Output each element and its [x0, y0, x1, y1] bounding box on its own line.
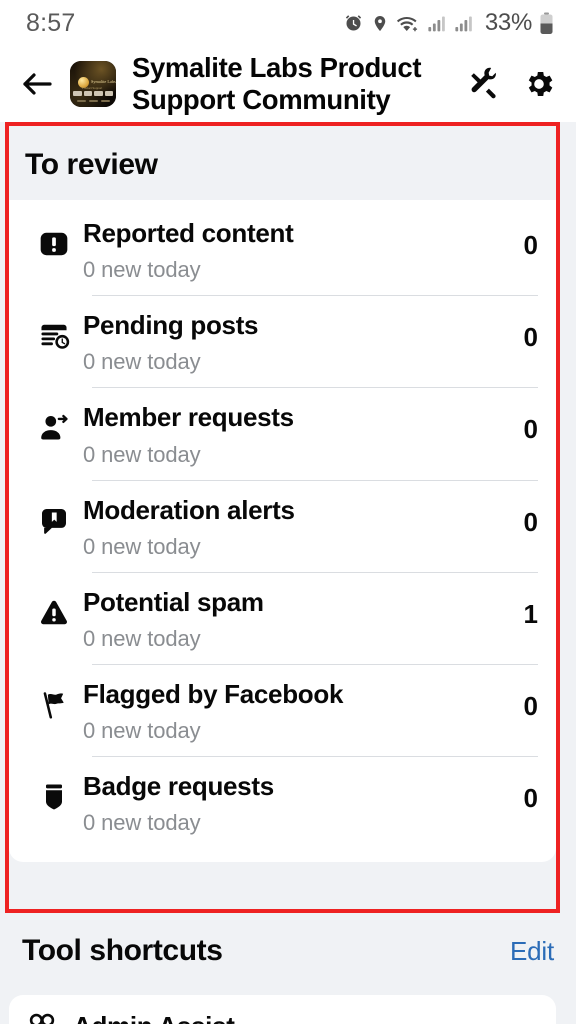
- list-item-subtitle: 0 new today: [83, 349, 201, 375]
- back-arrow-icon: [23, 73, 52, 95]
- to-review-card: Reported content 0 new today 0 Pending p…: [9, 200, 556, 863]
- list-item-count: 0: [523, 414, 538, 445]
- status-time: 8:57: [26, 8, 76, 37]
- to-review-title: To review: [25, 148, 158, 181]
- app-header: Symalite Labs Product Support Symalite L…: [0, 46, 576, 122]
- list-item-title: Member requests: [83, 402, 294, 433]
- list-item-subtitle: 0 new today: [83, 533, 201, 559]
- list-item[interactable]: Pending posts 0 new today 0: [9, 296, 556, 387]
- list-item-subtitle: 0 new today: [83, 625, 201, 651]
- list-item-title: Moderation alerts: [83, 494, 295, 525]
- list-item-subtitle: 0 new today: [83, 441, 201, 467]
- list-item[interactable]: Moderation alerts 0 new today 0: [9, 481, 556, 572]
- avatar-brand-text: Symalite Labs: [91, 79, 116, 84]
- status-icons: 33%: [343, 9, 554, 37]
- avatar[interactable]: Symalite Labs Product Support: [70, 61, 116, 107]
- gear-icon[interactable]: [522, 67, 556, 101]
- alarm-icon: [343, 13, 364, 34]
- list-item-count: 0: [523, 230, 538, 260]
- list-item-body: Reported content 0 new today: [83, 218, 520, 295]
- battery-icon: [539, 12, 554, 35]
- list-item-count: 1: [523, 598, 538, 629]
- pending-posts-icon: [25, 310, 83, 352]
- list-item-body: Moderation alerts 0 new today: [83, 495, 520, 572]
- avatar-tagline-text: Product Support: [82, 86, 103, 90]
- flag-icon: [25, 679, 83, 721]
- status-bar: 8:57 33%: [0, 0, 576, 46]
- comment-flag-icon: [25, 495, 83, 537]
- back-button[interactable]: [14, 61, 60, 107]
- wifi-icon: [396, 13, 421, 34]
- list-item[interactable]: Badge requests 0 new today 0: [9, 757, 556, 848]
- list-item-title: Badge requests: [83, 771, 274, 802]
- edit-button[interactable]: Edit: [510, 936, 554, 967]
- person-add-icon: [25, 402, 83, 444]
- battery-percent-label: 33%: [484, 9, 532, 36]
- list-item-title: Reported content: [83, 218, 294, 248]
- list-item[interactable]: Admin Assist: [9, 995, 556, 1024]
- list-item-count: 0: [523, 783, 538, 814]
- to-review-section: To review Reported content 0 new today 0: [9, 126, 556, 863]
- list-item[interactable]: Reported content 0 new today 0: [9, 204, 556, 295]
- tool-shortcuts-title: Tool shortcuts: [22, 934, 223, 967]
- exclamation-square-icon: [25, 218, 83, 260]
- list-item-title: Pending posts: [83, 310, 259, 341]
- warning-triangle-icon: [25, 587, 83, 629]
- tool-shortcut-label: Admin Assist: [73, 1011, 235, 1024]
- location-icon: [371, 13, 389, 34]
- list-item-subtitle: 0 new today: [83, 718, 201, 744]
- list-item[interactable]: Potential spam 0 new today 1: [9, 573, 556, 664]
- avatar-strip: [73, 91, 113, 96]
- admin-assist-icon: [27, 1009, 57, 1024]
- tool-shortcuts-header: Tool shortcuts Edit: [0, 934, 576, 968]
- list-item-count: 0: [523, 322, 538, 353]
- page-title: Symalite Labs Product Support Community: [132, 52, 422, 115]
- avatar-footer: [75, 100, 111, 104]
- list-item-title: Flagged by Facebook: [83, 678, 344, 709]
- list-item-body: Potential spam 0 new today: [83, 587, 520, 664]
- list-item-subtitle: 0 new today: [83, 257, 201, 283]
- list-item-subtitle: 0 new today: [83, 810, 201, 836]
- tool-shortcuts-card: Admin Assist: [9, 995, 556, 1024]
- list-item-body: Member requests 0 new today: [83, 402, 520, 479]
- list-item-title: Potential spam: [83, 586, 264, 617]
- list-item[interactable]: Flagged by Facebook 0 new today 0: [9, 665, 556, 756]
- badge-icon: [25, 771, 83, 813]
- signal-1-icon: [428, 13, 448, 34]
- to-review-header: To review: [9, 126, 556, 200]
- tools-icon[interactable]: [468, 67, 504, 101]
- app-screen: 8:57 33% Symalite Labs Product Support S…: [0, 0, 576, 1024]
- list-item[interactable]: Member requests 0 new today 0: [9, 388, 556, 479]
- signal-2-icon: [455, 13, 475, 34]
- list-item-body: Flagged by Facebook 0 new today: [83, 679, 520, 756]
- header-actions: [468, 67, 560, 101]
- list-item-count: 0: [523, 506, 538, 537]
- list-item-body: Badge requests 0 new today: [83, 771, 520, 848]
- list-item-count: 0: [523, 690, 538, 721]
- list-item-body: Pending posts 0 new today: [83, 310, 520, 387]
